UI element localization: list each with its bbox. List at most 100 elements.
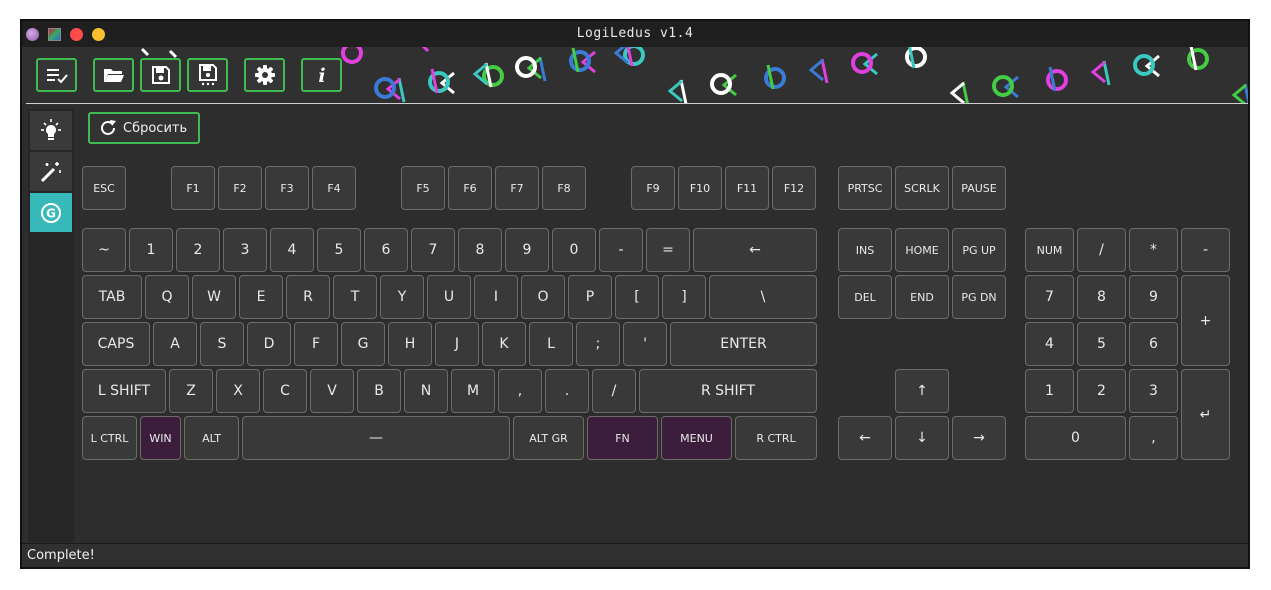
key-quote[interactable]: ' <box>623 322 667 366</box>
reset-button[interactable]: Сбросить <box>88 112 200 144</box>
key-win[interactable]: WIN <box>140 416 181 460</box>
key-comma[interactable]: , <box>498 369 542 413</box>
key-k[interactable]: K <box>482 322 526 366</box>
key-down[interactable]: ↓ <box>895 416 949 460</box>
save-button[interactable] <box>140 58 181 92</box>
key-h[interactable]: H <box>388 322 432 366</box>
key-equals[interactable]: = <box>646 228 690 272</box>
key-lbracket[interactable]: [ <box>615 275 659 319</box>
key-caps[interactable]: CAPS <box>82 322 150 366</box>
key-pause[interactable]: PAUSE <box>952 166 1006 210</box>
key-tab[interactable]: TAB <box>82 275 142 319</box>
key-lshift[interactable]: L SHIFT <box>82 369 166 413</box>
key-np8[interactable]: 8 <box>1077 275 1126 319</box>
settings-button[interactable] <box>244 58 285 92</box>
key-np9[interactable]: 9 <box>1129 275 1178 319</box>
key-slash[interactable]: / <box>592 369 636 413</box>
key-space[interactable]: — <box>242 416 510 460</box>
key-t[interactable]: T <box>333 275 377 319</box>
key-np-enter[interactable]: ↵ <box>1181 369 1230 460</box>
key-scrlk[interactable]: SCRLK <box>895 166 949 210</box>
key-rbracket[interactable]: ] <box>662 275 706 319</box>
key-p[interactable]: P <box>568 275 612 319</box>
key-np5[interactable]: 5 <box>1077 322 1126 366</box>
key-rshift[interactable]: R SHIFT <box>639 369 817 413</box>
key-np4[interactable]: 4 <box>1025 322 1074 366</box>
key-d2[interactable]: 2 <box>176 228 220 272</box>
key-o[interactable]: O <box>521 275 565 319</box>
key-home[interactable]: HOME <box>895 228 949 272</box>
key-semicolon[interactable]: ; <box>576 322 620 366</box>
key-enter[interactable]: ENTER <box>670 322 817 366</box>
key-f10[interactable]: F10 <box>678 166 722 210</box>
key-f1[interactable]: F1 <box>171 166 215 210</box>
key-f4[interactable]: F4 <box>312 166 356 210</box>
key-i[interactable]: I <box>474 275 518 319</box>
key-r[interactable]: R <box>286 275 330 319</box>
key-np-mul[interactable]: * <box>1129 228 1178 272</box>
key-d5[interactable]: 5 <box>317 228 361 272</box>
key-d8[interactable]: 8 <box>458 228 502 272</box>
key-num[interactable]: NUM <box>1025 228 1074 272</box>
key-q[interactable]: Q <box>145 275 189 319</box>
info-button[interactable]: i <box>301 58 342 92</box>
key-np-dec[interactable]: , <box>1129 416 1178 460</box>
key-backspace[interactable]: ← <box>693 228 817 272</box>
key-d3[interactable]: 3 <box>223 228 267 272</box>
key-u[interactable]: U <box>427 275 471 319</box>
key-s[interactable]: S <box>200 322 244 366</box>
key-f3[interactable]: F3 <box>265 166 309 210</box>
key-f[interactable]: F <box>294 322 338 366</box>
key-np-div[interactable]: / <box>1077 228 1126 272</box>
key-f6[interactable]: F6 <box>448 166 492 210</box>
key-f8[interactable]: F8 <box>542 166 586 210</box>
key-f5[interactable]: F5 <box>401 166 445 210</box>
key-f7[interactable]: F7 <box>495 166 539 210</box>
key-np-add[interactable]: + <box>1181 275 1230 366</box>
key-del[interactable]: DEL <box>838 275 892 319</box>
key-menu[interactable]: MENU <box>661 416 732 460</box>
open-file-button[interactable] <box>93 58 134 92</box>
key-j[interactable]: J <box>435 322 479 366</box>
key-d7[interactable]: 7 <box>411 228 455 272</box>
key-period[interactable]: . <box>545 369 589 413</box>
key-d4[interactable]: 4 <box>270 228 314 272</box>
key-alt[interactable]: ALT <box>184 416 239 460</box>
key-right[interactable]: → <box>952 416 1006 460</box>
key-pgdn[interactable]: PG DN <box>952 275 1006 319</box>
key-l[interactable]: L <box>529 322 573 366</box>
key-d[interactable]: D <box>247 322 291 366</box>
key-up[interactable]: ↑ <box>895 369 949 413</box>
key-m[interactable]: M <box>451 369 495 413</box>
key-rctrl[interactable]: R CTRL <box>735 416 817 460</box>
key-a[interactable]: A <box>153 322 197 366</box>
key-v[interactable]: V <box>310 369 354 413</box>
key-lctrl[interactable]: L CTRL <box>82 416 137 460</box>
key-tilde[interactable]: ~ <box>82 228 126 272</box>
key-x[interactable]: X <box>216 369 260 413</box>
key-pgup[interactable]: PG UP <box>952 228 1006 272</box>
key-g[interactable]: G <box>341 322 385 366</box>
sidebar-item-g-keys[interactable]: G <box>30 193 72 232</box>
key-n[interactable]: N <box>404 369 448 413</box>
key-w[interactable]: W <box>192 275 236 319</box>
key-prtsc[interactable]: PRTSC <box>838 166 892 210</box>
key-left[interactable]: ← <box>838 416 892 460</box>
key-minus[interactable]: - <box>599 228 643 272</box>
key-np-sub[interactable]: - <box>1181 228 1230 272</box>
key-np2[interactable]: 2 <box>1077 369 1126 413</box>
key-d6[interactable]: 6 <box>364 228 408 272</box>
key-np7[interactable]: 7 <box>1025 275 1074 319</box>
key-z[interactable]: Z <box>169 369 213 413</box>
key-np0[interactable]: 0 <box>1025 416 1126 460</box>
key-y[interactable]: Y <box>380 275 424 319</box>
key-np1[interactable]: 1 <box>1025 369 1074 413</box>
key-ins[interactable]: INS <box>838 228 892 272</box>
key-d9[interactable]: 9 <box>505 228 549 272</box>
key-e[interactable]: E <box>239 275 283 319</box>
key-end[interactable]: END <box>895 275 949 319</box>
key-f12[interactable]: F12 <box>772 166 816 210</box>
key-np6[interactable]: 6 <box>1129 322 1178 366</box>
sidebar-item-lighting[interactable] <box>30 111 72 150</box>
key-f11[interactable]: F11 <box>725 166 769 210</box>
